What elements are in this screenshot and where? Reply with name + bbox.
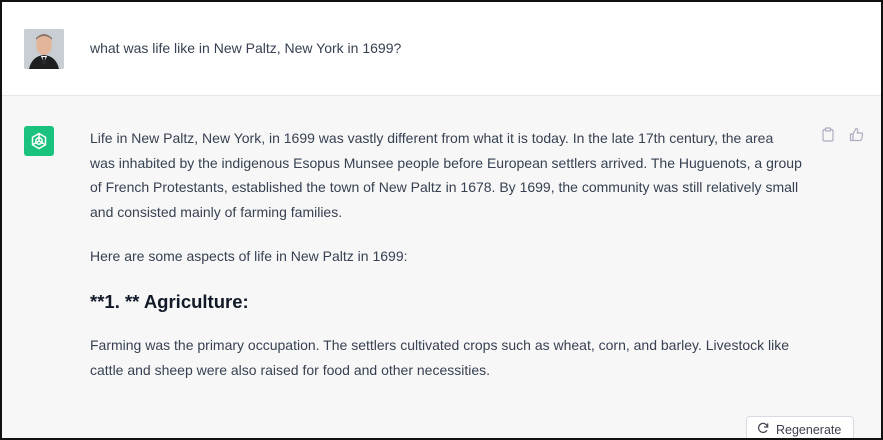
message-actions <box>820 126 864 142</box>
user-message-row: what was life like in New Paltz, New Yor… <box>2 2 881 96</box>
answer-paragraph: Farming was the primary occupation. The … <box>90 336 790 378</box>
regenerate-label: Regenerate <box>776 422 842 437</box>
answer-heading: **1. ** Agriculture: <box>90 290 249 312</box>
answer-paragraph: Here are some aspects of life in New Pal… <box>90 248 408 265</box>
regenerate-button[interactable]: Regenerate <box>746 416 855 438</box>
thumbs-up-icon[interactable] <box>848 126 864 142</box>
answer-paragraph: Life in New Paltz, New York, in 1699 was… <box>90 130 802 220</box>
user-avatar <box>24 29 64 69</box>
assistant-message-row: Life in New Paltz, New York, in 1699 was… <box>2 96 881 438</box>
chat-window: what was life like in New Paltz, New Yor… <box>0 0 883 440</box>
refresh-icon <box>757 422 769 437</box>
openai-logo-icon <box>24 126 54 156</box>
assistant-message-content: Life in New Paltz, New York, in 1699 was… <box>90 126 802 382</box>
user-message-text: what was life like in New Paltz, New Yor… <box>90 40 402 56</box>
clipboard-icon[interactable] <box>820 126 836 142</box>
